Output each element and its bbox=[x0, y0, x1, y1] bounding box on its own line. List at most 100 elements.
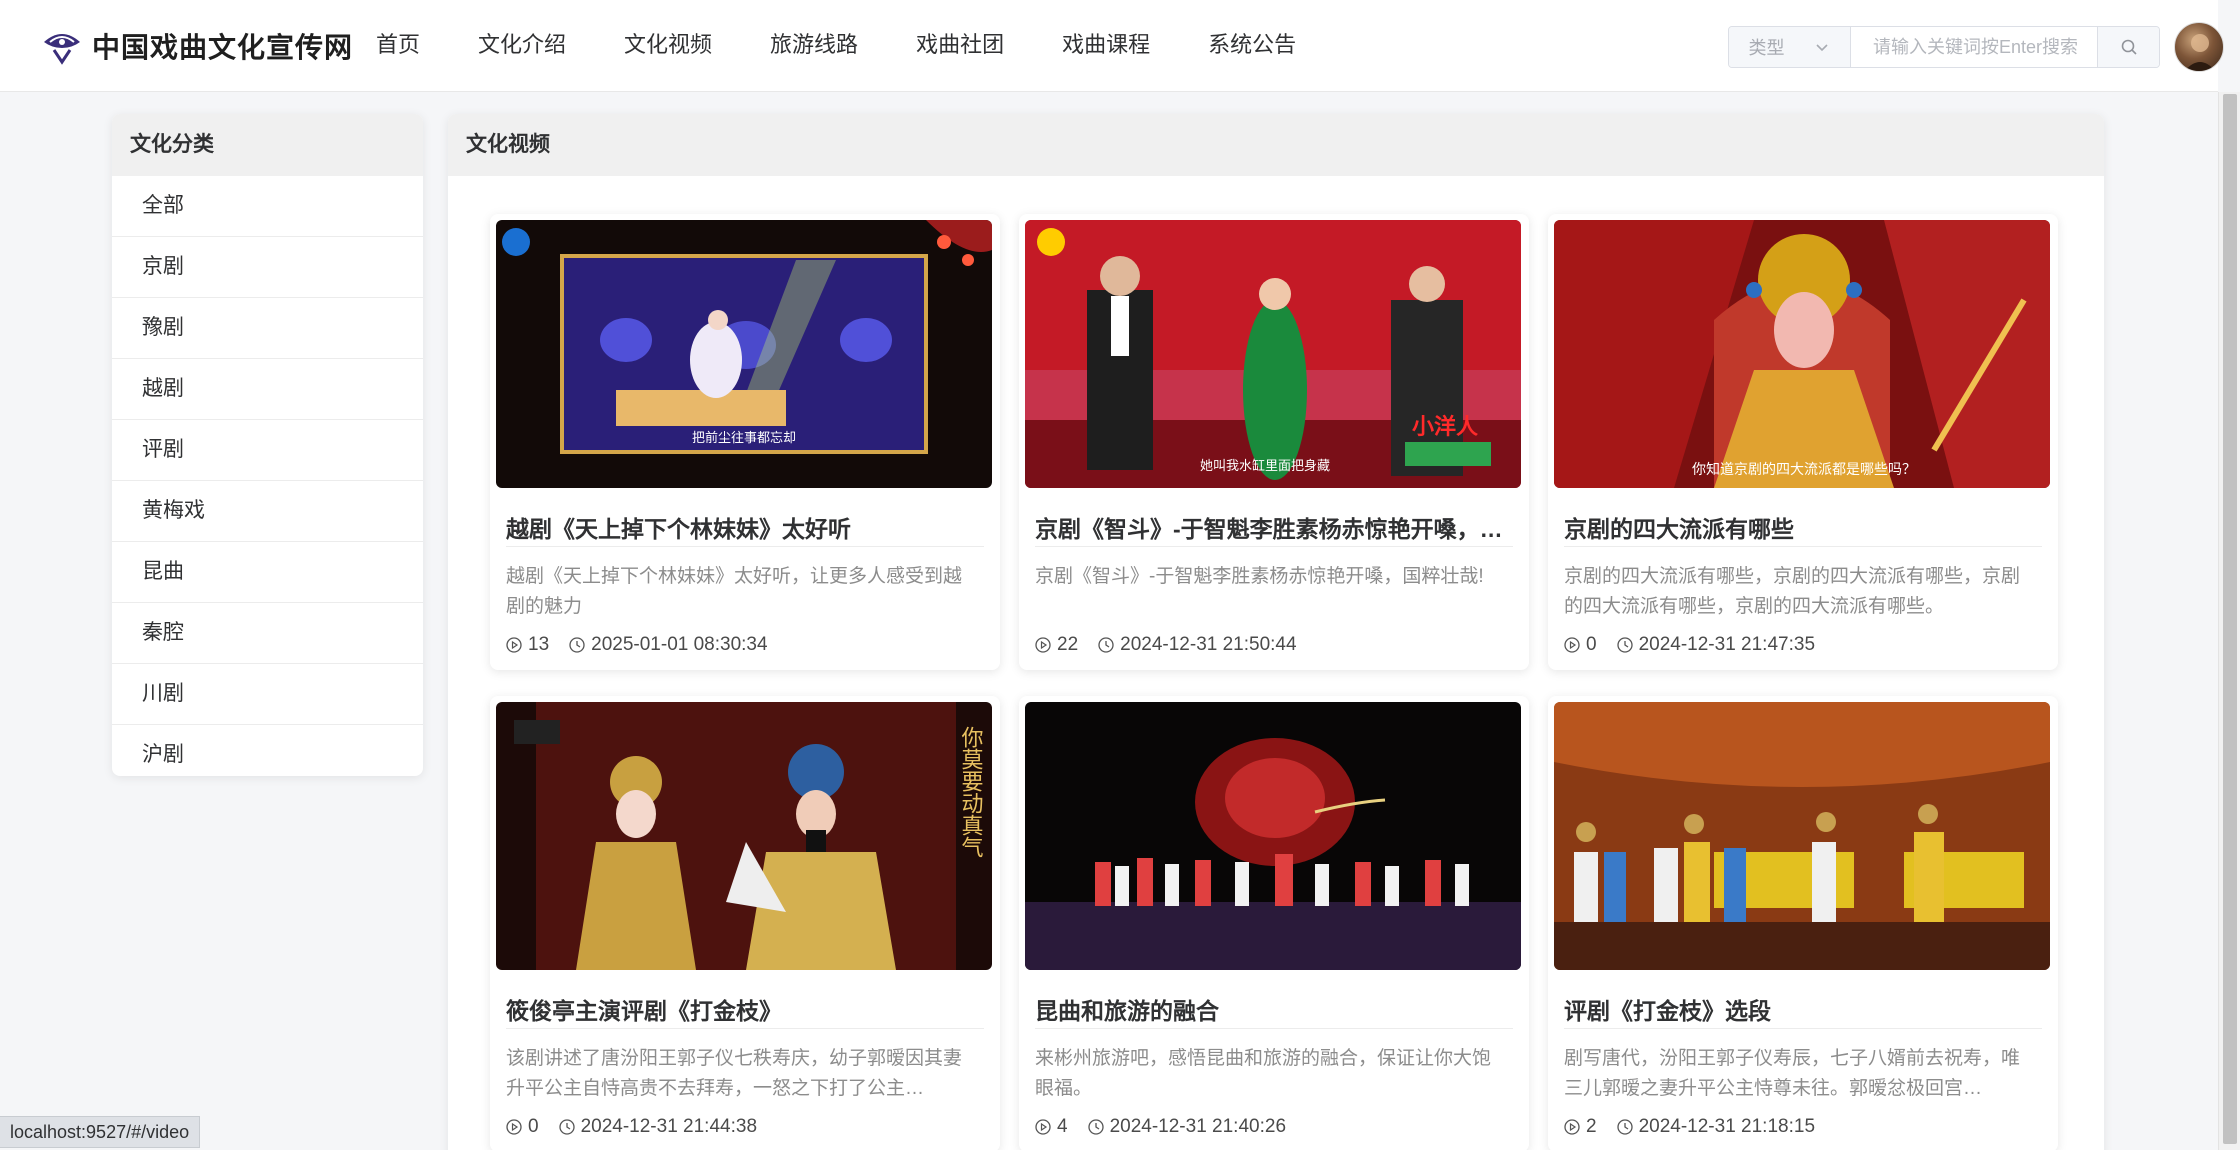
stage-thumbnail-image: 小洋人 她叫我水缸里面把身藏 bbox=[1025, 220, 1521, 488]
video-card[interactable]: 把前尘往事都忘却 越剧《天上掉下个林妹妹》太好听 越剧《天上掉下个林妹妹》太好听… bbox=[490, 214, 1000, 670]
nav-culture-video[interactable]: 文化视频 bbox=[624, 0, 712, 92]
stage-thumbnail-image bbox=[1554, 702, 2050, 970]
clock-icon bbox=[1616, 1119, 1633, 1135]
video-description: 剧写唐代，汾阳王郭子仪寿辰，七子八婿前去祝寿，唯三儿郭暧之妻升平公主恃尊未往。郭… bbox=[1564, 1048, 2021, 1099]
view-count: 4 bbox=[1057, 1116, 1068, 1137]
stage-thumbnail-image: 你知道京剧的四大流派都是哪些吗？ bbox=[1554, 220, 2050, 488]
nav-travel-routes[interactable]: 旅游线路 bbox=[770, 0, 858, 92]
video-description: 越剧《天上掉下个林妹妹》太好听，让更多人感受到越剧的魅力 bbox=[506, 566, 963, 617]
nav-announcements[interactable]: 系统公告 bbox=[1208, 0, 1296, 92]
site-title: 中国戏曲文化宣传网 bbox=[92, 32, 354, 63]
clock-icon bbox=[569, 637, 585, 653]
video-title[interactable]: 评剧《打金枝》选段 bbox=[1564, 992, 2042, 1026]
view-count: 0 bbox=[1586, 634, 1597, 655]
search-type-label: 类型 bbox=[1748, 38, 1785, 58]
video-thumbnail[interactable] bbox=[1554, 702, 2050, 970]
clock-icon bbox=[1616, 637, 1633, 653]
stage-thumbnail-image bbox=[1025, 702, 1521, 970]
video-thumbnail[interactable]: 把前尘往事都忘却 bbox=[496, 220, 992, 488]
stage-thumbnail-image: 把前尘往事都忘却 bbox=[496, 220, 992, 488]
video-title[interactable]: 越剧《天上掉下个林妹妹》太好听 bbox=[506, 510, 984, 544]
play-count-icon bbox=[1035, 637, 1051, 653]
publish-time: 2024-12-31 21:18:15 bbox=[1638, 1116, 1816, 1137]
view-count: 13 bbox=[528, 634, 550, 655]
video-card[interactable]: 你莫要动真气 筱俊亭主演评剧《打金枝》 该剧讲述了唐汾阳王郭子仪七秩寿庆，幼子郭… bbox=[490, 696, 1000, 1150]
svg-text:小洋人: 小洋人 bbox=[1412, 414, 1478, 440]
video-panel: 文化视频 把前尘往事都忘却 越剧《天上掉下个林妹妹》太好听 越剧《天上掉下个林妹… bbox=[448, 114, 2104, 1150]
video-meta: 0 2024-12-31 21:44:38 bbox=[506, 1116, 757, 1138]
view-count: 22 bbox=[1057, 634, 1079, 655]
nav-opera-clubs[interactable]: 戏曲社团 bbox=[916, 0, 1004, 92]
clock-icon bbox=[1098, 637, 1114, 653]
site-logo[interactable]: 中国戏曲文化宣传网 bbox=[40, 26, 353, 66]
category-item-ping-opera[interactable]: 评剧 bbox=[112, 420, 423, 481]
video-thumbnail[interactable]: 你知道京剧的四大流派都是哪些吗？ bbox=[1554, 220, 2050, 488]
video-title[interactable]: 昆曲和旅游的融合 bbox=[1035, 992, 1513, 1026]
video-description: 该剧讲述了唐汾阳王郭子仪七秩寿庆，幼子郭暧因其妻升平公主自恃高贵不去拜寿，一怒之… bbox=[506, 1048, 963, 1099]
video-meta: 22 2024-12-31 21:50:44 bbox=[1035, 634, 1297, 656]
video-meta: 2 2024-12-31 21:18:15 bbox=[1564, 1116, 1815, 1138]
card-divider bbox=[1035, 1028, 1513, 1029]
chevron-down-icon bbox=[1815, 44, 1828, 52]
category-item-qinqiang[interactable]: 秦腔 bbox=[112, 603, 423, 664]
card-divider bbox=[506, 546, 984, 547]
category-item-huangmei-opera[interactable]: 黄梅戏 bbox=[112, 481, 423, 542]
user-avatar[interactable] bbox=[2174, 22, 2224, 72]
card-divider bbox=[1564, 546, 2042, 547]
video-meta: 13 2025-01-01 08:30:34 bbox=[506, 634, 768, 656]
video-card[interactable]: 昆曲和旅游的融合 来彬州旅游吧，感悟昆曲和旅游的融合，保证让你大饱眼福。 4 2… bbox=[1019, 696, 1529, 1150]
video-meta: 0 2024-12-31 21:47:35 bbox=[1564, 634, 1815, 656]
video-thumbnail[interactable]: 小洋人 她叫我水缸里面把身藏 bbox=[1025, 220, 1521, 488]
category-item-sichuan-opera[interactable]: 川剧 bbox=[112, 664, 423, 725]
card-divider bbox=[1564, 1028, 2042, 1029]
view-count: 2 bbox=[1586, 1116, 1597, 1137]
top-header: 中国戏曲文化宣传网 首页 文化介绍 文化视频 旅游线路 戏曲社团 戏曲课程 系统… bbox=[0, 0, 2224, 92]
fan-logo-icon bbox=[44, 34, 80, 65]
publish-time: 2024-12-31 21:47:35 bbox=[1638, 634, 1816, 655]
stage-thumbnail-image: 你莫要动真气 bbox=[496, 702, 992, 970]
card-divider bbox=[506, 1028, 984, 1029]
search-button[interactable] bbox=[2097, 27, 2159, 67]
video-title[interactable]: 京剧《智斗》-于智魁李胜素杨赤惊艳开嗓，国粹壮哉! bbox=[1035, 510, 1513, 544]
view-count: 0 bbox=[528, 1116, 539, 1137]
thumbnail-caption: 把前尘往事都忘却 bbox=[692, 430, 796, 446]
video-description: 京剧《智斗》-于智魁李胜素杨赤惊艳开嗓，国粹壮哉! bbox=[1035, 566, 1484, 587]
nav-home[interactable]: 首页 bbox=[376, 0, 420, 92]
video-title[interactable]: 京剧的四大流派有哪些 bbox=[1564, 510, 2042, 544]
thumbnail-caption: 她叫我水缸里面把身藏 bbox=[1200, 458, 1330, 474]
play-count-icon bbox=[1564, 637, 1580, 653]
video-description: 来彬州旅游吧，感悟昆曲和旅游的融合，保证让你大饱眼福。 bbox=[1035, 1048, 1492, 1099]
video-card[interactable]: 你知道京剧的四大流派都是哪些吗？ 京剧的四大流派有哪些 京剧的四大流派有哪些，京… bbox=[1548, 214, 2058, 670]
clock-icon bbox=[558, 1119, 575, 1135]
video-card[interactable]: 评剧《打金枝》选段 剧写唐代，汾阳王郭子仪寿辰，七子八婿前去祝寿，唯三儿郭暧之妻… bbox=[1548, 696, 2058, 1150]
category-item-kunqu[interactable]: 昆曲 bbox=[112, 542, 423, 603]
sidebar-title: 文化分类 bbox=[112, 114, 423, 176]
publish-time: 2024-12-31 21:40:26 bbox=[1109, 1116, 1287, 1137]
avatar-image bbox=[2184, 34, 2216, 71]
play-count-icon bbox=[506, 1119, 522, 1135]
category-item-all[interactable]: 全部 bbox=[112, 176, 423, 237]
search-input[interactable] bbox=[1851, 27, 2097, 67]
video-thumbnail[interactable] bbox=[1025, 702, 1521, 970]
video-meta: 4 2024-12-31 21:40:26 bbox=[1035, 1116, 1286, 1138]
thumbnail-caption: 你莫要动真气 bbox=[958, 726, 984, 858]
panel-title: 文化视频 bbox=[448, 114, 2104, 176]
nav-culture-intro[interactable]: 文化介绍 bbox=[478, 0, 566, 92]
nav-opera-courses[interactable]: 戏曲课程 bbox=[1062, 0, 1150, 92]
category-item-shanghai-opera[interactable]: 沪剧 bbox=[112, 725, 423, 776]
category-item-yu-opera[interactable]: 豫剧 bbox=[112, 298, 423, 359]
page-scrollbar[interactable] bbox=[2218, 92, 2240, 1150]
search-type-select[interactable]: 类型 bbox=[1729, 27, 1851, 67]
play-count-icon bbox=[1564, 1119, 1580, 1135]
video-card[interactable]: 小洋人 她叫我水缸里面把身藏 京剧《智斗》-于智魁李胜素杨赤惊艳开嗓，国粹壮哉!… bbox=[1019, 214, 1529, 670]
video-title[interactable]: 筱俊亭主演评剧《打金枝》 bbox=[506, 992, 984, 1026]
video-thumbnail[interactable]: 你莫要动真气 bbox=[496, 702, 992, 970]
scrollbar-thumb[interactable] bbox=[2223, 94, 2237, 1144]
publish-time: 2024-12-31 21:44:38 bbox=[580, 1116, 758, 1137]
main-nav: 首页 文化介绍 文化视频 旅游线路 戏曲社团 戏曲课程 系统公告 bbox=[376, 0, 1354, 92]
publish-time: 2024-12-31 21:50:44 bbox=[1120, 634, 1297, 655]
publish-time: 2025-01-01 08:30:34 bbox=[591, 634, 768, 655]
video-description: 京剧的四大流派有哪些，京剧的四大流派有哪些，京剧的四大流派有哪些，京剧的四大流派… bbox=[1564, 566, 2021, 617]
category-item-peking-opera[interactable]: 京剧 bbox=[112, 237, 423, 298]
category-item-yue-opera[interactable]: 越剧 bbox=[112, 359, 423, 420]
